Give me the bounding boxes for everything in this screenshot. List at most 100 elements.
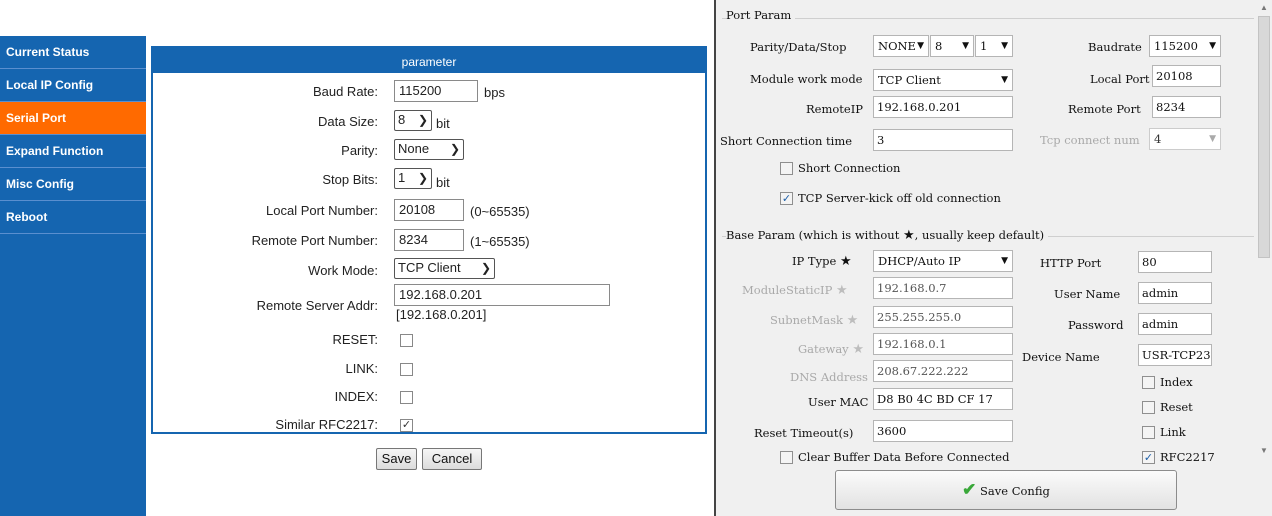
parity-select[interactable]: NONE ▼ xyxy=(873,35,929,57)
similar-rfc2217-checkbox[interactable]: ✓ xyxy=(400,419,413,432)
short-connection-time-input[interactable]: 3 xyxy=(873,129,1013,151)
reset-checkbox[interactable] xyxy=(400,334,413,347)
index-checkbox[interactable] xyxy=(1142,376,1155,389)
data-size-value: 8 xyxy=(398,112,406,127)
tcp-connect-num-select[interactable]: 4 ▼ xyxy=(1149,128,1221,150)
similar-rfc2217-label: Similar RFC2217: xyxy=(275,417,378,432)
local-port-range: (0~65535) xyxy=(470,204,530,219)
base-param-title-text: Base Param (which is without xyxy=(726,228,900,242)
baudrate-select[interactable]: 115200 ▼ xyxy=(1149,35,1221,57)
short-connection-checkbox[interactable] xyxy=(780,162,793,175)
data-size-select[interactable]: 8 ❯ xyxy=(394,110,432,131)
reset-checkbox[interactable] xyxy=(1142,401,1155,414)
parity-data-stop-label: Parity/Data/Stop xyxy=(750,40,847,54)
clear-buffer-label: Clear Buffer Data Before Connected xyxy=(798,450,1010,464)
parity-value: NONE xyxy=(878,39,916,53)
rfc2217-checkbox[interactable]: ✓ xyxy=(1142,451,1155,464)
link-checkbox[interactable] xyxy=(400,363,413,376)
sidebar-item-current-status[interactable]: Current Status xyxy=(0,36,146,69)
reset-timeout-label: Reset Timeout(s) xyxy=(754,426,854,440)
password-input[interactable]: admin xyxy=(1138,313,1212,335)
link-label: LINK: xyxy=(345,361,378,376)
work-mode-select[interactable]: TCP Client ▼ xyxy=(873,69,1013,91)
cancel-button[interactable]: Cancel xyxy=(422,448,482,470)
sidebar-item-reboot[interactable]: Reboot xyxy=(0,201,146,234)
remote-server-addr-resolved: [192.168.0.201] xyxy=(396,307,487,322)
subnet-mask-label: SubnetMask ★ xyxy=(770,313,858,328)
config-tool-panel: Port Param Parity/Data/Stop NONE ▼ 8 ▼ 1 ▼ … xyxy=(714,0,1272,516)
sidebar-item-misc-config[interactable]: Misc Config xyxy=(0,168,146,201)
work-mode-select[interactable]: TCP Client ❯ xyxy=(394,258,495,279)
rfc2217-label: RFC2217 xyxy=(1160,450,1215,464)
gateway-input[interactable]: 192.168.0.1 xyxy=(873,333,1013,355)
user-name-input[interactable]: admin xyxy=(1138,282,1212,304)
link-checkbox[interactable] xyxy=(1142,426,1155,439)
kick-off-old-connection-checkbox[interactable]: ✓ xyxy=(780,192,793,205)
index-label: Index xyxy=(1160,375,1193,389)
star-icon: ★ xyxy=(852,342,864,357)
local-port-label: Local Port xyxy=(1090,72,1150,86)
remote-port-input[interactable]: 8234 xyxy=(394,229,464,251)
work-mode-value: TCP Client xyxy=(398,260,461,275)
baud-rate-input[interactable]: 115200 xyxy=(394,80,478,102)
dropdown-arrow-icon: ▼ xyxy=(962,41,969,51)
remote-ip-input[interactable]: 192.168.0.201 xyxy=(873,96,1013,118)
index-label: INDEX: xyxy=(334,389,378,404)
scrollbar-thumb[interactable] xyxy=(1258,16,1270,258)
dns-address-input[interactable]: 208.67.222.222 xyxy=(873,360,1013,382)
scroll-down-icon[interactable]: ▼ xyxy=(1260,446,1268,455)
remote-ip-label: RemoteIP xyxy=(806,102,864,116)
bit-unit: bit xyxy=(436,116,450,131)
stop-bits-label: Stop Bits: xyxy=(322,172,378,187)
user-mac-label: User MAC xyxy=(808,395,869,409)
base-param-title: Base Param (which is without ★, usually … xyxy=(726,228,1049,243)
reset-label: Reset xyxy=(1160,400,1193,414)
save-config-button[interactable]: ✔ Save Config xyxy=(835,470,1177,510)
device-name-label: Device Name xyxy=(1022,350,1100,364)
star-icon: ★ xyxy=(846,313,859,328)
reset-timeout-input[interactable]: 3600 xyxy=(873,420,1013,442)
ip-type-value: DHCP/Auto IP xyxy=(878,254,961,268)
local-port-input[interactable]: 20108 xyxy=(1152,65,1221,87)
device-name-input[interactable]: USR-TCP23 xyxy=(1138,344,1212,366)
remote-port-label: Remote Port Number: xyxy=(251,233,378,248)
checkmark-icon: ✔ xyxy=(962,480,977,500)
sidebar-item-expand-function[interactable]: Expand Function xyxy=(0,135,146,168)
remote-server-addr-input[interactable]: 192.168.0.201 xyxy=(394,284,610,306)
baudrate-value: 115200 xyxy=(1154,39,1198,53)
dropdown-arrow-icon: ▼ xyxy=(1209,41,1216,51)
clear-buffer-checkbox[interactable] xyxy=(780,451,793,464)
scroll-up-icon[interactable]: ▲ xyxy=(1260,3,1268,12)
module-static-ip-text: ModuleStaticIP xyxy=(742,283,833,297)
module-work-mode-label: Module work mode xyxy=(750,72,863,86)
sidebar-item-serial-port[interactable]: Serial Port xyxy=(0,102,146,135)
sidebar-item-local-ip-config[interactable]: Local IP Config xyxy=(0,69,146,102)
data-bits-select[interactable]: 8 ▼ xyxy=(930,35,974,57)
chevron-down-icon: ❯ xyxy=(480,261,491,275)
bps-unit: bps xyxy=(484,85,505,100)
ip-type-select[interactable]: DHCP/Auto IP ▼ xyxy=(873,250,1013,272)
remote-port-input[interactable]: 8234 xyxy=(1152,96,1221,118)
link-label: Link xyxy=(1160,425,1186,439)
stop-bits-select[interactable]: 1 ❯ xyxy=(394,168,432,189)
subnet-mask-input[interactable]: 255.255.255.0 xyxy=(873,306,1013,328)
save-button[interactable]: Save xyxy=(376,448,417,470)
star-icon: ★ xyxy=(835,283,848,298)
user-name-label: User Name xyxy=(1054,287,1121,301)
local-port-input[interactable]: 20108 xyxy=(394,199,464,221)
index-checkbox[interactable] xyxy=(400,391,413,404)
dropdown-arrow-icon: ▼ xyxy=(1001,41,1008,51)
tcp-connect-num-label: Tcp connect num xyxy=(1040,133,1140,147)
star-icon: ★ xyxy=(839,254,852,269)
port-param-title: Port Param xyxy=(726,8,796,22)
parity-value: None xyxy=(398,141,430,156)
http-port-input[interactable]: 80 xyxy=(1138,251,1212,273)
module-static-ip-input[interactable]: 192.168.0.7 xyxy=(873,277,1013,299)
work-mode-label: Work Mode: xyxy=(308,263,378,278)
parity-select[interactable]: None ❯ xyxy=(394,139,464,160)
user-mac-input[interactable]: D8 B0 4C BD CF 17 xyxy=(873,388,1013,410)
stop-bits-select[interactable]: 1 ▼ xyxy=(975,35,1013,57)
parity-label: Parity: xyxy=(341,143,378,158)
kick-off-old-connection-label: TCP Server-kick off old connection xyxy=(798,191,1001,205)
ip-type-label: IP Type ★ xyxy=(792,254,852,269)
